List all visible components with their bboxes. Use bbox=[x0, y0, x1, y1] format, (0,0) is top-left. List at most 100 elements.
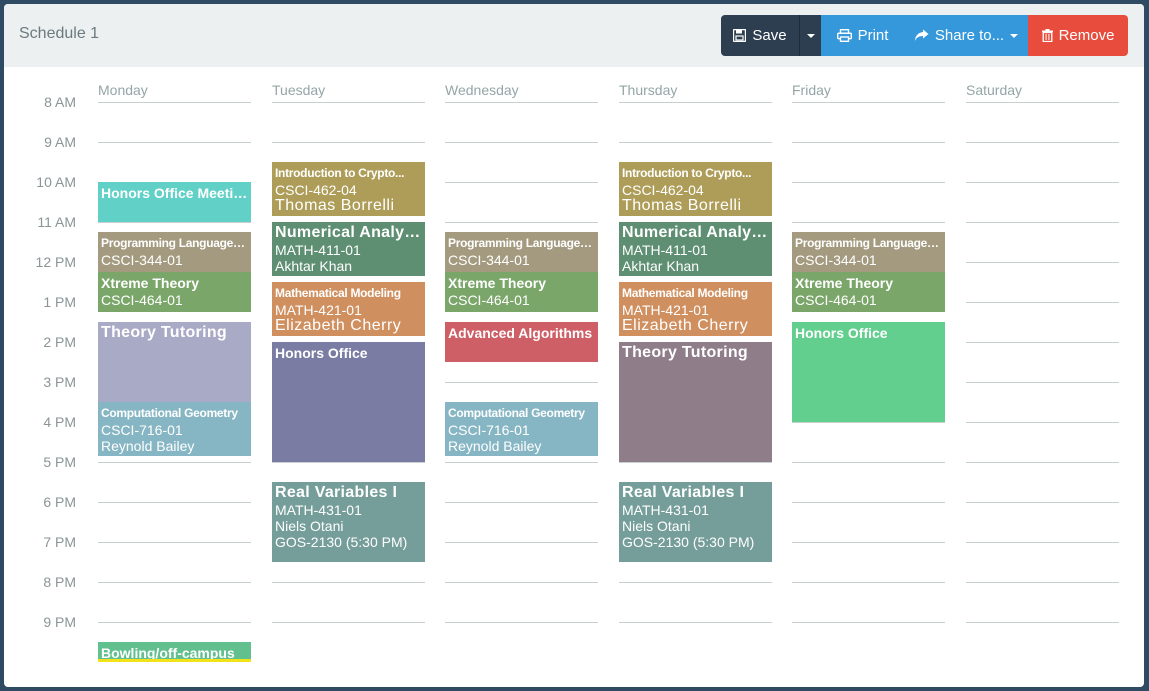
hour-divider bbox=[966, 542, 1119, 543]
event-block[interactable]: Real Variables I MATH-431-01 Niels Otani GO… bbox=[272, 482, 425, 562]
event-detail: Reynold Bailey bbox=[448, 438, 542, 454]
hour-divider bbox=[445, 182, 598, 183]
event-block[interactable]: Computational Geometry CSCI-716-01 Reynold… bbox=[445, 402, 598, 456]
event-block[interactable]: Introduction to Crypto... CSCI-462-04 Thom… bbox=[272, 162, 425, 216]
hour-divider bbox=[966, 342, 1119, 343]
time-label: 1 PM bbox=[43, 294, 76, 310]
day-header: Thursday bbox=[619, 82, 678, 98]
hour-divider bbox=[792, 422, 945, 423]
event-block[interactable]: Programming Language C... CSCI-344-01 bbox=[445, 232, 598, 272]
floppy-disk-icon bbox=[733, 29, 747, 42]
event-block[interactable]: Honors Office Meeting bbox=[98, 182, 251, 222]
time-label: 6 PM bbox=[43, 494, 76, 510]
event-detail: Akhtar Khan bbox=[622, 258, 700, 274]
event-block[interactable]: Bowling/off-campus bbox=[98, 642, 251, 662]
time-label: 8 AM bbox=[44, 94, 76, 110]
event-title: Introduction to Crypto... bbox=[622, 166, 752, 180]
event-detail: Akhtar Khan bbox=[275, 258, 353, 274]
remove-button[interactable]: Remove bbox=[1028, 15, 1128, 56]
time-label: 3 PM bbox=[43, 374, 76, 390]
print-label: Print bbox=[857, 27, 889, 44]
schedule-title: Schedule 1 bbox=[19, 25, 100, 42]
save-options-dropdown[interactable] bbox=[799, 15, 821, 56]
event-block[interactable]: Computational Geometry CSCI-716-01 Reynold… bbox=[98, 402, 251, 456]
share-button[interactable]: Share to... bbox=[904, 15, 1028, 56]
time-label: 4 PM bbox=[43, 414, 76, 430]
event-detail: Elizabeth Cherry bbox=[622, 318, 749, 334]
remove-label: Remove bbox=[1058, 27, 1115, 44]
save-button[interactable]: Save bbox=[721, 15, 799, 56]
day-header: Saturday bbox=[966, 82, 1023, 98]
event-block[interactable]: Real Variables I MATH-431-01 Niels Otani GO… bbox=[619, 482, 772, 562]
caret-down-icon bbox=[1010, 33, 1019, 38]
event-detail: Niels Otani bbox=[622, 518, 691, 534]
event-title: Introduction to Crypto... bbox=[275, 166, 405, 180]
hour-divider bbox=[272, 462, 425, 463]
hour-divider bbox=[98, 462, 251, 463]
schedule-panel: Schedule 1 Save Print Share to... Remove… bbox=[4, 4, 1144, 687]
event-block[interactable]: Introduction to Crypto... CSCI-462-04 Thom… bbox=[619, 162, 772, 216]
time-label: 8 PM bbox=[43, 574, 76, 590]
hour-divider bbox=[98, 102, 251, 103]
hour-divider bbox=[98, 582, 251, 583]
hour-divider bbox=[445, 382, 598, 383]
event-detail: Thomas Borrelli bbox=[622, 198, 742, 214]
event-detail: MATH-421-01 bbox=[622, 302, 709, 318]
event-block[interactable]: Mathematical Modeling MATH-421-01 Elizabet… bbox=[272, 282, 425, 336]
event-title: Real Variables I bbox=[275, 484, 398, 501]
day-column: Saturday bbox=[966, 67, 1119, 687]
event-title: Computational Geometry bbox=[101, 406, 238, 420]
event-title: Advanced Algorithms bbox=[448, 325, 593, 341]
event-block[interactable]: Mathematical Modeling MATH-421-01 Elizabet… bbox=[619, 282, 772, 336]
event-block[interactable]: Xtreme Theory CSCI-464-01 bbox=[792, 272, 945, 312]
hour-divider bbox=[966, 142, 1119, 143]
hour-divider bbox=[966, 382, 1119, 383]
event-detail: CSCI-464-01 bbox=[448, 292, 530, 308]
hour-divider bbox=[966, 422, 1119, 423]
hour-divider bbox=[966, 582, 1119, 583]
event-detail: CSCI-716-01 bbox=[101, 422, 183, 438]
time-label: 9 AM bbox=[44, 134, 76, 150]
event-block[interactable]: Theory Tutoring bbox=[619, 342, 772, 462]
event-title: Mathematical Modeling bbox=[622, 286, 748, 300]
panel-header: Schedule 1 Save Print Share to... Remove bbox=[4, 4, 1144, 67]
event-title: Xtreme Theory bbox=[448, 275, 547, 291]
event-block[interactable]: Numerical Analysis MATH-411-01 Akhtar Khan bbox=[272, 222, 425, 276]
event-block[interactable]: Theory Tutoring bbox=[98, 322, 251, 402]
hour-divider bbox=[98, 142, 251, 143]
day-header: Monday bbox=[98, 82, 148, 98]
event-block[interactable]: Xtreme Theory CSCI-464-01 bbox=[445, 272, 598, 312]
print-button[interactable]: Print bbox=[821, 15, 904, 56]
event-block[interactable]: Honors Office bbox=[792, 322, 945, 422]
event-detail: CSCI-464-01 bbox=[101, 292, 183, 308]
hour-divider bbox=[272, 102, 425, 103]
hour-divider bbox=[792, 182, 945, 183]
day-header: Tuesday bbox=[272, 82, 326, 98]
event-detail: MATH-431-01 bbox=[275, 502, 362, 518]
hour-divider bbox=[445, 142, 598, 143]
time-label: 5 PM bbox=[43, 454, 76, 470]
day-header: Friday bbox=[792, 82, 831, 98]
hour-divider bbox=[792, 582, 945, 583]
event-block[interactable]: Programming Language C... CSCI-344-01 bbox=[98, 232, 251, 272]
event-block[interactable]: Programming Language C... CSCI-344-01 bbox=[792, 232, 945, 272]
event-block[interactable]: Honors Office bbox=[272, 342, 425, 462]
trash-icon bbox=[1041, 29, 1053, 42]
event-block[interactable]: Xtreme Theory CSCI-464-01 bbox=[98, 272, 251, 312]
hour-divider bbox=[98, 542, 251, 543]
event-detail: CSCI-344-01 bbox=[448, 252, 530, 268]
event-title: Xtreme Theory bbox=[795, 275, 894, 291]
event-title: Theory Tutoring bbox=[101, 324, 227, 341]
time-label: 12 PM bbox=[35, 254, 76, 270]
time-label: 9 PM bbox=[43, 614, 76, 630]
hour-divider bbox=[272, 142, 425, 143]
hour-divider bbox=[619, 102, 772, 103]
time-label: 2 PM bbox=[43, 334, 76, 350]
event-block[interactable]: Advanced Algorithms bbox=[445, 322, 598, 362]
event-detail: CSCI-344-01 bbox=[101, 252, 183, 268]
event-detail: GOS-2130 (5:30 PM) bbox=[275, 534, 408, 550]
event-block[interactable]: Numerical Analysis MATH-411-01 Akhtar Khan bbox=[619, 222, 772, 276]
hour-divider bbox=[98, 622, 251, 623]
event-title: Mathematical Modeling bbox=[275, 286, 401, 300]
hour-divider bbox=[619, 582, 772, 583]
